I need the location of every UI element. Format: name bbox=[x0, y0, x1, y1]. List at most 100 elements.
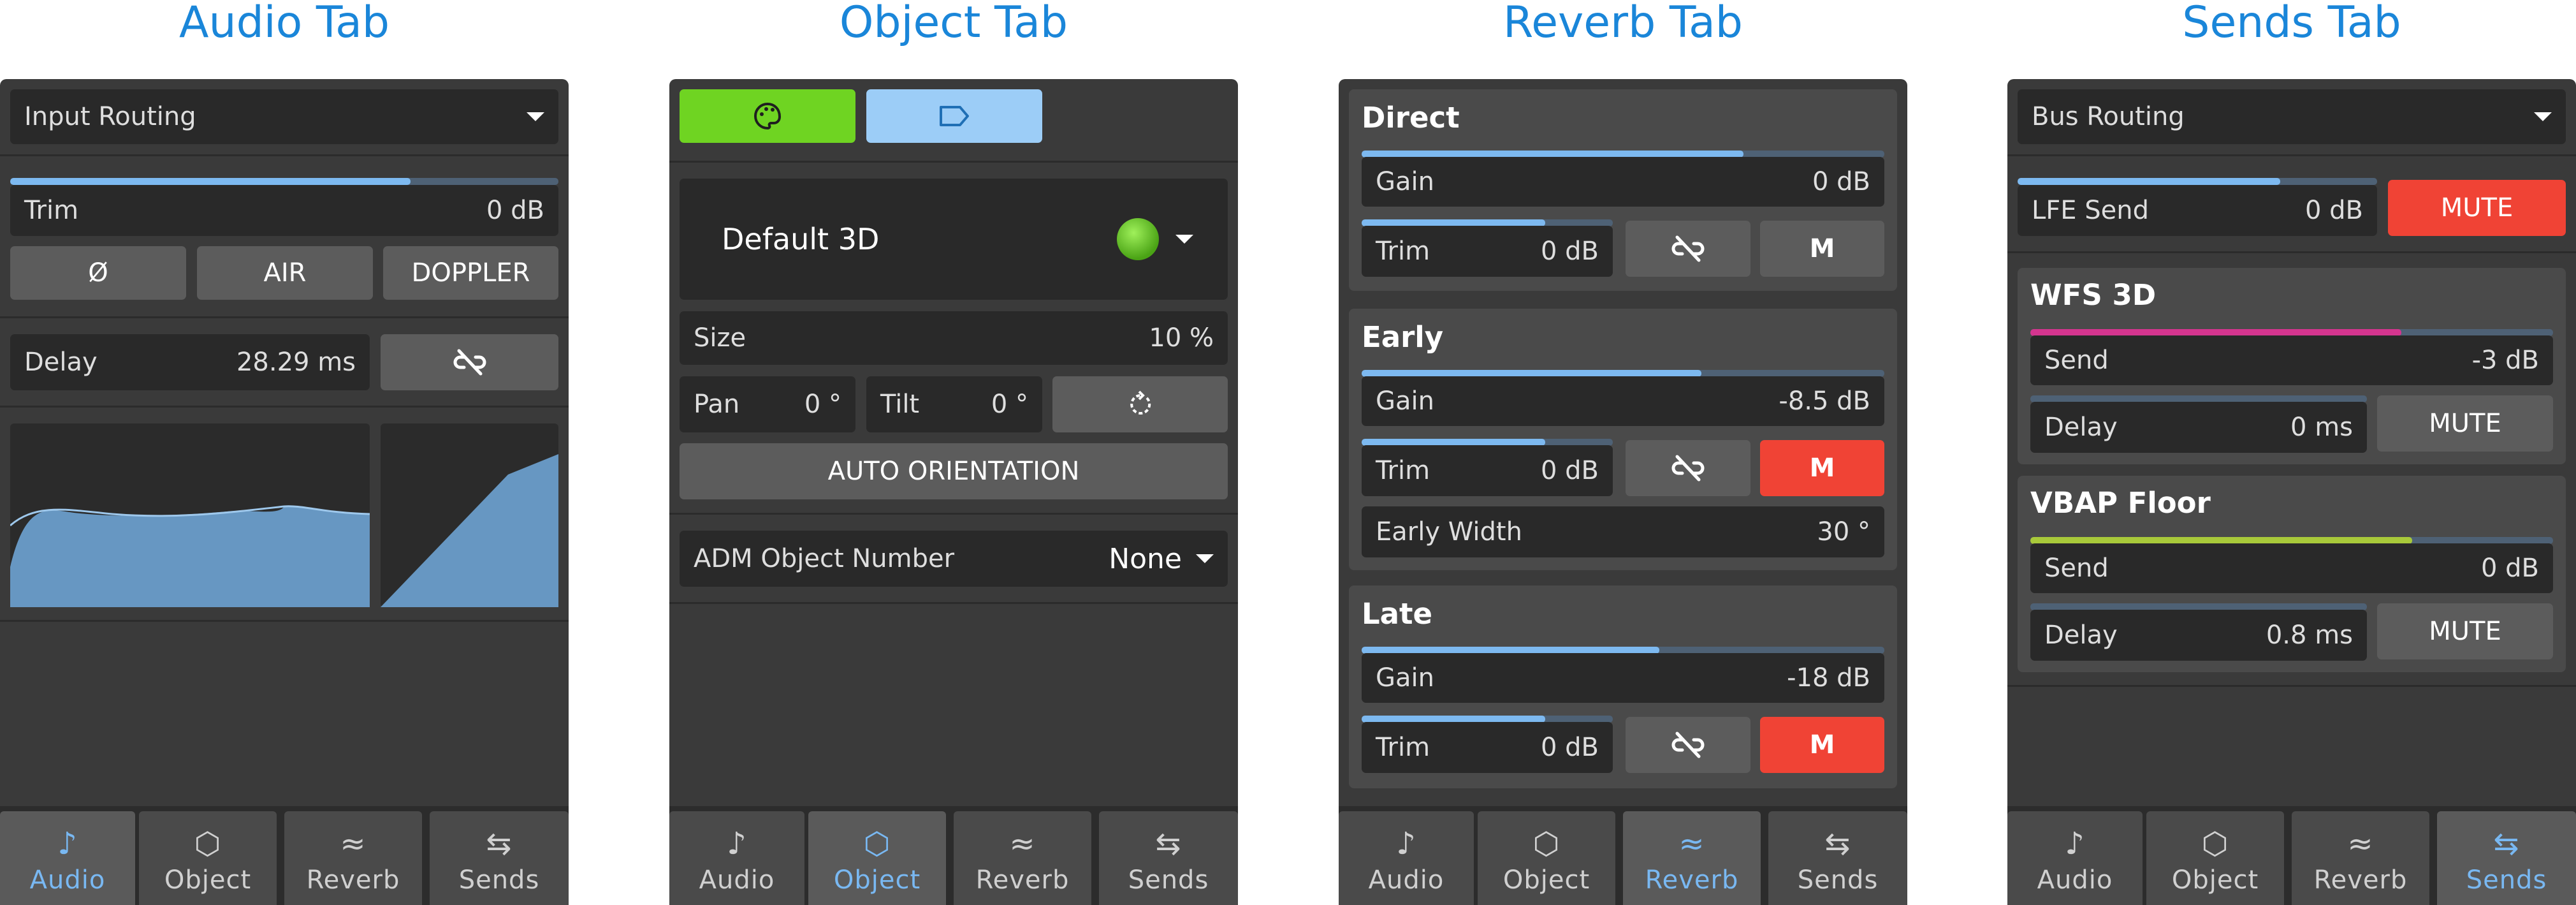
direct-gain-field[interactable]: Gain 0 dB bbox=[1362, 157, 1884, 207]
nav-tab-reverb[interactable]: ≈ Reverb bbox=[954, 811, 1091, 905]
pan-label: Pan bbox=[694, 390, 740, 419]
late-trim-field[interactable]: Trim 0 dB bbox=[1362, 722, 1613, 773]
nav-tab-sends[interactable]: ⇆ Sends bbox=[1099, 811, 1238, 905]
delay-link-button[interactable] bbox=[381, 334, 558, 390]
early-gain-field[interactable]: Gain -8.5 dB bbox=[1362, 376, 1884, 426]
delay-field[interactable]: Delay 28.29 ms bbox=[10, 334, 370, 390]
label-tag-icon bbox=[940, 106, 969, 126]
nav-tab-audio[interactable]: ♪ Audio bbox=[1339, 811, 1474, 905]
nav-tab-object[interactable]: ⬡ Object bbox=[808, 811, 946, 905]
phase-invert-button[interactable]: Ø bbox=[10, 246, 186, 300]
pan-field[interactable]: Pan 0 ° bbox=[680, 376, 855, 432]
preset-label: Default 3D bbox=[722, 222, 880, 256]
late-link-button[interactable] bbox=[1626, 717, 1750, 773]
lfe-send-label: LFE Send bbox=[2032, 196, 2150, 225]
direct-header: Direct bbox=[1362, 101, 1460, 135]
delay-label: Delay bbox=[2044, 413, 2118, 442]
music-note-icon: ♪ bbox=[727, 826, 747, 862]
trim-label: Trim bbox=[1376, 733, 1430, 762]
nav-tab-reverb[interactable]: ≈ Reverb bbox=[284, 811, 422, 905]
trim-meter bbox=[10, 178, 558, 185]
wfs-delay-field[interactable]: Delay 0 ms bbox=[2030, 402, 2367, 453]
lfe-mute-button[interactable]: MUTE bbox=[2388, 180, 2566, 236]
cube-icon: ⬡ bbox=[863, 826, 891, 862]
early-section: Early Gain -8.5 dB Trim 0 dB M Early Wid… bbox=[1349, 309, 1897, 570]
link-off-icon bbox=[1671, 455, 1705, 482]
early-trim-field[interactable]: Trim 0 dB bbox=[1362, 445, 1613, 496]
nav-tab-audio[interactable]: ♪ Audio bbox=[669, 811, 804, 905]
music-note-icon: ♪ bbox=[57, 826, 78, 862]
nav-tab-sends[interactable]: ⇆ Sends bbox=[2437, 811, 2576, 905]
input-routing-dropdown[interactable]: Input Routing bbox=[10, 89, 558, 144]
air-button[interactable]: AIR bbox=[197, 246, 373, 300]
nav-tab-sends[interactable]: ⇆ Sends bbox=[430, 811, 569, 905]
wfs-mute-button[interactable]: MUTE bbox=[2377, 395, 2553, 452]
reverb-tab-title: Reverb Tab bbox=[1503, 0, 1743, 48]
tilt-label: Tilt bbox=[880, 390, 920, 419]
color-palette-button[interactable] bbox=[680, 89, 855, 143]
vbap-send-field[interactable]: Send 0 dB bbox=[2030, 543, 2553, 593]
wfs-3d-header: WFS 3D bbox=[2030, 278, 2157, 312]
tilt-field[interactable]: Tilt 0 ° bbox=[866, 376, 1042, 432]
early-mute-button[interactable]: M bbox=[1760, 440, 1884, 496]
audio-panel: Input Routing Trim 0 dB Ø AIR DOPPLER De… bbox=[0, 79, 569, 905]
adm-label: ADM Object Number bbox=[694, 544, 955, 573]
doppler-button[interactable]: DOPPLER bbox=[383, 246, 558, 300]
delay-value: 0 ms bbox=[2290, 413, 2353, 442]
reverb-panel: Direct Gain 0 dB Trim 0 dB M Early Gain … bbox=[1339, 79, 1907, 905]
trim-field[interactable]: Trim 0 dB bbox=[10, 185, 558, 236]
nav-tab-object[interactable]: ⬡ Object bbox=[1478, 811, 1615, 905]
nav-tab-object[interactable]: ⬡ Object bbox=[2146, 811, 2284, 905]
trim-value: 0 dB bbox=[1541, 733, 1599, 762]
auto-orientation-button[interactable]: AUTO ORIENTATION bbox=[680, 443, 1228, 499]
size-field[interactable]: Size 10 % bbox=[680, 311, 1228, 365]
delay-label: Delay bbox=[24, 348, 98, 377]
nav-tab-reverb[interactable]: ≈ Reverb bbox=[2292, 811, 2429, 905]
direct-mute-button[interactable]: M bbox=[1760, 221, 1884, 277]
audio-tab-title: Audio Tab bbox=[178, 0, 389, 48]
late-mute-button[interactable]: M bbox=[1760, 717, 1884, 773]
wfs-send-field[interactable]: Send -3 dB bbox=[2030, 335, 2553, 385]
preset-selector[interactable]: Default 3D bbox=[680, 179, 1228, 300]
sends-arrow-icon: ⇆ bbox=[2493, 826, 2520, 862]
label-button[interactable] bbox=[866, 89, 1042, 143]
orientation-reset-button[interactable] bbox=[1052, 376, 1228, 432]
early-header: Early bbox=[1362, 320, 1444, 354]
palette-icon bbox=[754, 102, 782, 130]
late-gain-field[interactable]: Gain -18 dB bbox=[1362, 653, 1884, 703]
nav-tab-audio[interactable]: ♪ Audio bbox=[2007, 811, 2143, 905]
reverb-icon: ≈ bbox=[1009, 826, 1036, 862]
nav-tab-reverb[interactable]: ≈ Reverb bbox=[1623, 811, 1761, 905]
direct-link-button[interactable] bbox=[1626, 221, 1750, 277]
vbap-delay-field[interactable]: Delay 0.8 ms bbox=[2030, 610, 2367, 661]
late-section: Late Gain -18 dB Trim 0 dB M bbox=[1349, 585, 1897, 788]
vbap-mute-button[interactable]: MUTE bbox=[2377, 603, 2553, 659]
object-bottom-nav: ♪ Audio ⬡ Object ≈ Reverb ⇆ Sends bbox=[669, 806, 1238, 905]
early-width-value: 30 ° bbox=[1817, 517, 1870, 547]
gain-label: Gain bbox=[1376, 167, 1434, 196]
nav-tab-sends[interactable]: ⇆ Sends bbox=[1768, 811, 1907, 905]
adm-object-number-field[interactable]: ADM Object Number None bbox=[680, 531, 1228, 587]
early-link-button[interactable] bbox=[1626, 440, 1750, 496]
gain-label: Gain bbox=[1376, 663, 1434, 693]
trim-label: Trim bbox=[1376, 237, 1430, 266]
early-width-field[interactable]: Early Width 30 ° bbox=[1362, 506, 1884, 557]
nav-tab-audio[interactable]: ♪ Audio bbox=[0, 811, 135, 905]
direct-trim-field[interactable]: Trim 0 dB bbox=[1362, 226, 1613, 277]
lfe-send-field[interactable]: LFE Send 0 dB bbox=[2018, 185, 2377, 236]
link-off-icon bbox=[453, 349, 486, 376]
vbap-floor-section: VBAP Floor Send 0 dB Delay 0.8 ms MUTE bbox=[2018, 476, 2566, 672]
vbap-floor-header: VBAP Floor bbox=[2030, 486, 2211, 520]
delay-value: 0.8 ms bbox=[2266, 621, 2353, 650]
object-panel: Default 3D Size 10 % Pan 0 ° Tilt 0 ° AU… bbox=[669, 79, 1238, 905]
object-color-swatch bbox=[1117, 218, 1159, 260]
sends-arrow-icon: ⇆ bbox=[486, 826, 513, 862]
bus-routing-dropdown[interactable]: Bus Routing bbox=[2018, 89, 2566, 144]
level-response-display bbox=[381, 423, 558, 607]
trim-label: Trim bbox=[24, 196, 79, 225]
eq-curve-display bbox=[10, 423, 370, 607]
chevron-down-icon bbox=[2534, 112, 2552, 121]
nav-tab-object[interactable]: ⬡ Object bbox=[139, 811, 277, 905]
reverb-icon: ≈ bbox=[2347, 826, 2374, 862]
object-tab-title: Object Tab bbox=[839, 0, 1068, 48]
